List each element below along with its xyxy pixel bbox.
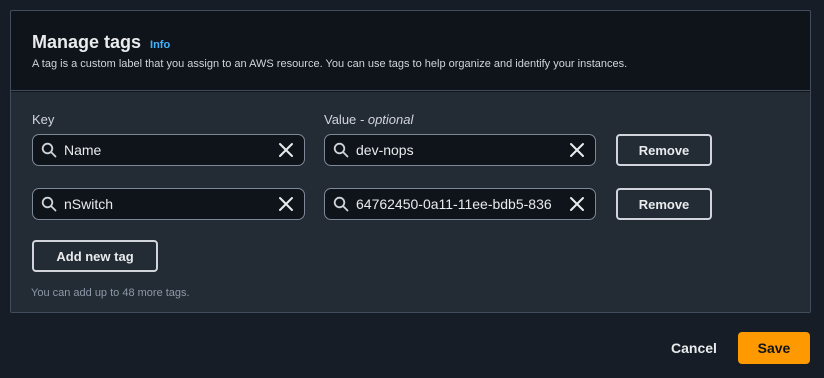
tag-value-field[interactable] (324, 188, 596, 220)
value-label-text: Value (324, 112, 357, 127)
panel-description: A tag is a custom label that you assign … (32, 58, 628, 70)
panel-body: Key Value - optional Remove Remove (11, 92, 810, 312)
cancel-button[interactable]: Cancel (662, 332, 726, 364)
tag-value-input[interactable] (356, 142, 569, 158)
title-row: Manage tags Info (32, 32, 170, 53)
search-icon (41, 142, 57, 158)
close-icon[interactable] (278, 142, 294, 158)
page-title: Manage tags (32, 32, 142, 52)
close-icon[interactable] (569, 142, 585, 158)
save-button[interactable]: Save (738, 332, 810, 364)
search-icon (333, 196, 349, 212)
value-column-label: Value - optional (324, 112, 413, 127)
tag-value-field[interactable] (324, 134, 596, 166)
manage-tags-panel: Manage tags Info A tag is a custom label… (10, 10, 811, 313)
tags-remaining-hint: You can add up to 48 more tags. (31, 287, 190, 299)
key-column-label: Key (32, 112, 54, 127)
tag-key-input[interactable] (64, 196, 278, 212)
value-optional-text: - optional (356, 112, 414, 127)
tag-key-field[interactable] (32, 134, 305, 166)
info-link[interactable]: Info (150, 39, 170, 51)
remove-tag-button[interactable]: Remove (616, 188, 712, 220)
search-icon (333, 142, 349, 158)
panel-header: Manage tags Info A tag is a custom label… (11, 11, 810, 91)
remove-tag-button[interactable]: Remove (616, 134, 712, 166)
search-icon (41, 196, 57, 212)
add-new-tag-button[interactable]: Add new tag (32, 240, 158, 272)
tag-value-input[interactable] (356, 196, 569, 212)
close-icon[interactable] (569, 196, 585, 212)
close-icon[interactable] (278, 196, 294, 212)
key-label-text: Key (32, 112, 55, 127)
tag-key-input[interactable] (64, 142, 278, 158)
tag-key-field[interactable] (32, 188, 305, 220)
